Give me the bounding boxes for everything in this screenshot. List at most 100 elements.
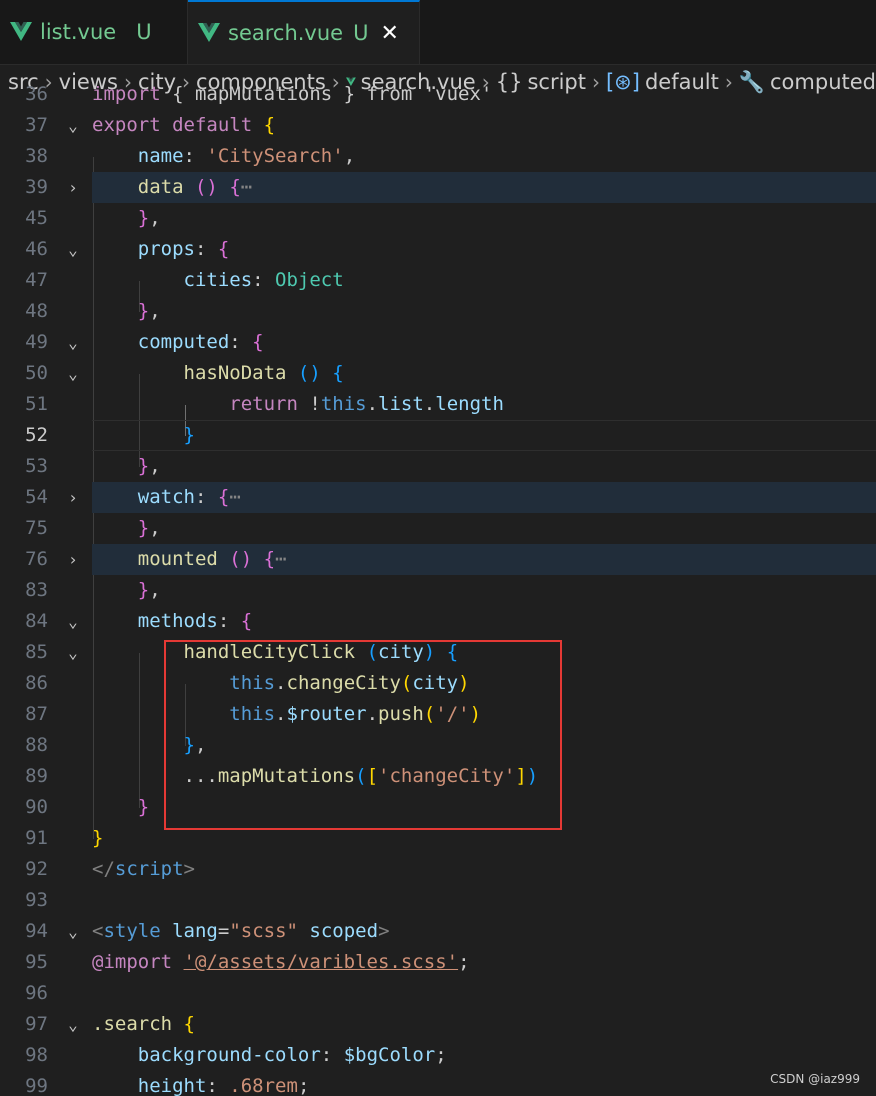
code-text: name: 'CitySearch', [137,145,356,167]
line-number: 92 [25,858,48,880]
code-text: methods: { [137,610,253,632]
code-text: data () {⋯ [137,176,253,198]
line-number: 54 [25,486,48,508]
code-text: height: .68rem; [137,1075,310,1096]
tab-label: search.vue [228,21,344,45]
line-number: 45 [25,207,48,229]
line-number: 95 [25,951,48,973]
tab-list-vue[interactable]: list.vue U [0,0,188,64]
code-line: 98 background-color: $bgColor; [0,1040,876,1071]
code-text: } [92,827,104,849]
untracked-badge: U [136,20,152,44]
line-number: 89 [25,765,48,787]
code-line: 76 › mounted () {⋯ [0,544,876,575]
code-text: mounted () {⋯ [137,548,287,570]
line-number: 48 [25,300,48,322]
tab-bar: list.vue U search.vue U ✕ [0,0,876,65]
line-number: 76 [25,548,48,570]
code-text: }, [137,579,161,601]
tab-label: list.vue [40,20,117,44]
code-line: 48 }, [0,296,876,327]
code-line: 93 [0,885,876,916]
vue-icon [198,23,220,42]
chevron-right-icon[interactable]: › [62,482,84,513]
code-line: 53 }, [0,451,876,482]
code-line: 47 cities: Object [0,265,876,296]
line-number: 84 [25,610,48,632]
code-text: computed: { [137,331,264,353]
line-number: 38 [25,145,48,167]
code-line: 97 ⌄ .search { [0,1009,876,1040]
chevron-down-icon[interactable]: ⌄ [62,110,84,141]
chevron-right-icon[interactable]: › [62,544,84,575]
untracked-badge: U [353,21,369,45]
line-number: 50 [25,362,48,384]
code-text: cities: Object [183,269,344,291]
annotation-highlight-box [164,640,562,830]
code-text: } [183,424,195,446]
chevron-down-icon[interactable]: ⌄ [62,606,84,637]
code-text: </script> [92,858,195,880]
code-line: 75 }, [0,513,876,544]
line-number: 46 [25,238,48,260]
code-editor[interactable]: 36 import { mapMutations } from 'vuex' 3… [0,86,876,1096]
chevron-down-icon[interactable]: ⌄ [62,327,84,358]
line-number: 52 [25,424,48,446]
line-number: 90 [25,796,48,818]
chevron-down-icon[interactable]: ⌄ [62,637,84,668]
code-line: 38 name: 'CitySearch', [0,141,876,172]
chevron-right-icon[interactable]: › [62,172,84,203]
code-line: 46 ⌄ props: { [0,234,876,265]
line-number: 39 [25,176,48,198]
code-line: 37 ⌄ export default { [0,110,876,141]
line-number: 51 [25,393,48,415]
code-line: 36 import { mapMutations } from 'vuex' [0,86,876,110]
line-number: 36 [25,86,48,105]
code-line-current: 52 } [0,420,876,451]
line-number: 91 [25,827,48,849]
line-number: 96 [25,982,48,1004]
line-number: 85 [25,641,48,663]
line-number: 88 [25,734,48,756]
vue-icon [10,22,32,41]
line-number: 53 [25,455,48,477]
chevron-down-icon[interactable]: ⌄ [62,234,84,265]
chevron-down-icon[interactable]: ⌄ [62,1009,84,1040]
line-number: 97 [25,1013,48,1035]
line-number: 86 [25,672,48,694]
line-number: 49 [25,331,48,353]
line-number: 47 [25,269,48,291]
code-line: 45 }, [0,203,876,234]
code-line: 50 ⌄ hasNoData () { [0,358,876,389]
code-text: return !this.list.length [229,393,504,415]
code-text: } [137,796,150,818]
code-line: 83 }, [0,575,876,606]
line-number: 83 [25,579,48,601]
line-number: 37 [25,114,48,136]
line-number: 94 [25,920,48,942]
chevron-down-icon[interactable]: ⌄ [62,916,84,947]
code-text: @import '@/assets/varibles.scss'; [92,951,470,973]
chevron-down-icon[interactable]: ⌄ [62,358,84,389]
line-number: 75 [25,517,48,539]
code-line: 94 ⌄ <style lang="scss" scoped> [0,916,876,947]
code-line: 54 › watch: {⋯ [0,482,876,513]
code-line: 99 height: .68rem; [0,1071,876,1096]
code-text: background-color: $bgColor; [137,1044,447,1066]
code-text: }, [137,455,161,477]
line-number: 87 [25,703,48,725]
watermark: CSDN @iaz999 [770,1072,860,1086]
code-text: watch: {⋯ [137,486,241,508]
code-text: }, [137,517,161,539]
code-text: hasNoData () { [183,362,344,384]
close-icon[interactable]: ✕ [380,21,398,46]
code-text: }, [137,300,161,322]
code-text: props: { [137,238,230,260]
code-text: export default { [92,114,276,136]
current-line-highlight [92,420,876,451]
tab-search-vue[interactable]: search.vue U ✕ [188,0,420,64]
line-number: 93 [25,889,48,911]
code-text: <style lang="scss" scoped> [92,920,390,942]
line-number: 98 [25,1044,48,1066]
code-text: .search { [92,1013,195,1035]
